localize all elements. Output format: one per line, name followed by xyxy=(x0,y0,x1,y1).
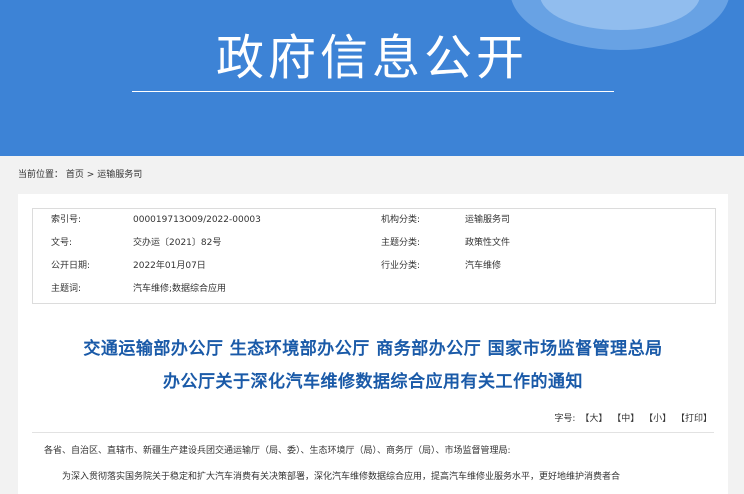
body-paragraph: 为深入贯彻落实国务院关于稳定和扩大汽车消费有关决策部署，深化汽车维修数据综合应用… xyxy=(62,472,621,482)
font-medium-button[interactable]: 【中】 xyxy=(612,414,639,424)
doc-value: 交办运〔2021〕82号 xyxy=(133,238,222,248)
metadata-table: 索引号: 000019713O09/2022-00003 机构分类: 运输服务司… xyxy=(32,208,716,304)
index-label: 索引号: xyxy=(51,215,82,225)
metadata-row: 文号: 交办运〔2021〕82号 主题分类: 政策性文件 xyxy=(33,233,715,253)
article-title-line-2: 办公厅关于深化汽车维修数据综合应用有关工作的通知 xyxy=(163,372,583,392)
keyword-value: 汽车维修;数据综合应用 xyxy=(133,284,227,294)
date-value: 2022年01月07日 xyxy=(133,261,206,271)
breadcrumb-separator: > xyxy=(86,170,95,180)
breadcrumb-home-link[interactable]: 首页 xyxy=(66,170,84,180)
org-label: 机构分类: xyxy=(381,215,421,225)
breadcrumb-current-link[interactable]: 运输服务司 xyxy=(97,170,142,180)
article-title-line-1: 交通运输部办公厅 生态环境部办公厅 商务部办公厅 国家市场监督管理总局 xyxy=(83,339,663,359)
index-value: 000019713O09/2022-00003 xyxy=(133,215,261,225)
divider xyxy=(32,432,714,433)
content-panel: 索引号: 000019713O09/2022-00003 机构分类: 运输服务司… xyxy=(18,194,728,494)
keyword-label: 主题词: xyxy=(51,284,82,294)
metadata-row: 索引号: 000019713O09/2022-00003 机构分类: 运输服务司 xyxy=(33,210,715,230)
industry-label: 行业分类: xyxy=(381,261,421,271)
doc-label: 文号: xyxy=(51,238,73,248)
banner-title: 政府信息公开 xyxy=(215,30,528,86)
page-banner: 政府信息公开 xyxy=(0,0,744,156)
metadata-row: 主题词: 汽车维修;数据综合应用 xyxy=(33,279,715,299)
print-button[interactable]: 【打印】 xyxy=(676,414,712,424)
topic-label: 主题分类: xyxy=(381,238,421,248)
industry-value: 汽车维修 xyxy=(465,261,502,271)
font-size-label: 字号: xyxy=(554,414,576,424)
salutation: 各省、自治区、直辖市、新疆生产建设兵团交通运输厅（局、委）、生态环境厅（局）、商… xyxy=(44,446,511,456)
font-small-button[interactable]: 【小】 xyxy=(644,414,671,424)
topic-value: 政策性文件 xyxy=(465,238,511,248)
breadcrumb: 当前位置： 首页 > 运输服务司 xyxy=(18,168,142,182)
banner-underline xyxy=(132,91,614,92)
org-value: 运输服务司 xyxy=(465,215,511,225)
font-size-controls: 字号: 【大】 【中】 【小】 【打印】 xyxy=(552,412,712,426)
date-label: 公开日期: xyxy=(51,261,91,271)
metadata-row: 公开日期: 2022年01月07日 行业分类: 汽车维修 xyxy=(33,256,715,276)
font-large-button[interactable]: 【大】 xyxy=(580,414,607,424)
breadcrumb-label: 当前位置： xyxy=(18,170,64,180)
